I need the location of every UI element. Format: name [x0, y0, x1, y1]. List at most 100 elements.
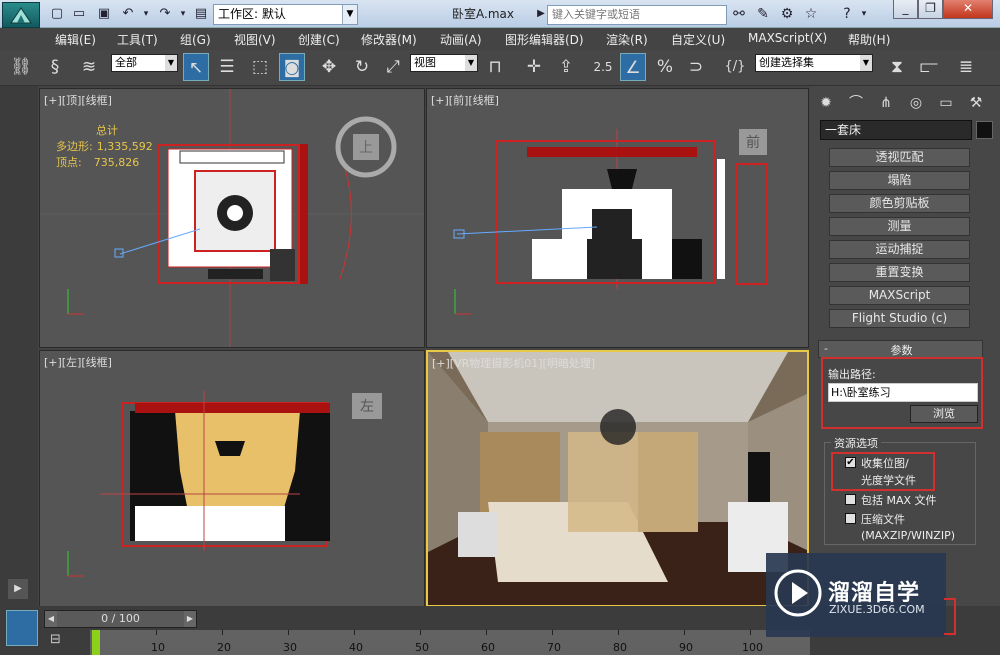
binoculars-icon[interactable]: ⚯ [730, 5, 748, 23]
communication-center-icon[interactable]: ⚙ [778, 5, 796, 23]
time-slider[interactable]: ◀ 0 / 100 ▶ [44, 610, 197, 628]
layer-manager-icon[interactable]: ≣ [953, 53, 979, 81]
window-close-button[interactable]: ✕ [943, 0, 993, 19]
output-path-input[interactable]: H:\卧室练习 [828, 383, 978, 402]
percent-snap-icon[interactable]: % [652, 53, 678, 81]
viewport-layout-icon[interactable] [6, 610, 38, 646]
modify-tab-icon[interactable]: ⌒ [843, 91, 869, 115]
menu-rendering[interactable]: 渲染(R) [606, 31, 648, 48]
window-min-button[interactable]: _ [893, 0, 918, 19]
named-selection-dropdown[interactable]: 创建选择集 ▼ [755, 54, 873, 72]
move-icon[interactable]: ✥ [316, 53, 342, 81]
help-icon[interactable]: ? [838, 5, 856, 23]
chevron-left-icon[interactable]: ◀ [45, 611, 57, 627]
redo-icon[interactable]: ↷ [157, 6, 173, 22]
menu-maxscript[interactable]: MAXScript(X) [748, 31, 827, 45]
link-icon[interactable]: ⛓ [8, 53, 34, 81]
menu-help[interactable]: 帮助(H) [848, 31, 890, 48]
menu-animation[interactable]: 动画(A) [440, 31, 482, 48]
viewport-front[interactable]: 前 [+][前][线框] [426, 88, 809, 348]
compress-label: 压缩文件 [861, 513, 905, 526]
save-file-icon[interactable]: ▣ [96, 6, 112, 22]
utilities-tab-icon[interactable]: ⚒ [963, 91, 989, 115]
object-color-swatch[interactable] [976, 121, 993, 139]
menu-customize[interactable]: 自定义(U) [671, 31, 725, 48]
viewport-left-label[interactable]: [+][左][线框] [44, 354, 112, 370]
browse-button[interactable]: 浏览 [910, 405, 978, 423]
viewport-perspective[interactable]: [+][VR物理摄影机01][明暗处理] [426, 350, 809, 607]
help-dropdown-icon[interactable]: ▾ [855, 5, 873, 23]
collapse-button[interactable]: 塌陷 [829, 171, 970, 190]
timeline-playhead[interactable] [92, 630, 100, 655]
undo-icon[interactable]: ↶ [120, 6, 136, 22]
edit-named-selection-icon[interactable]: {/} [722, 53, 748, 81]
rect-selection-icon[interactable]: ⬚ [247, 53, 273, 81]
select-by-name-icon[interactable]: ☰ [214, 53, 240, 81]
color-clipboard-button[interactable]: 颜色剪贴板 [829, 194, 970, 213]
ref-coord-dropdown[interactable]: 视图 ▼ [410, 54, 478, 72]
window-restore-button[interactable]: ❐ [918, 0, 943, 19]
parameters-rollout-header[interactable]: - 参数 [818, 340, 983, 358]
viewport-top-label[interactable]: [+][顶][线框] [44, 92, 112, 108]
bind-space-warp-icon[interactable]: ≋ [76, 53, 102, 81]
motion-tab-icon[interactable]: ◎ [903, 91, 929, 115]
menu-group[interactable]: 组(G) [180, 31, 211, 48]
measure-button[interactable]: 测量 [829, 217, 970, 236]
maxscript-button[interactable]: MAXScript [829, 286, 970, 305]
scale-icon[interactable]: ⤢ [380, 53, 406, 81]
align-icon[interactable]: ⫍ [916, 53, 942, 81]
selection-filter-dropdown[interactable]: 全部 ▼ [111, 54, 178, 72]
include-max-checkbox[interactable] [845, 494, 856, 505]
expand-panel-icon[interactable]: ▶ [8, 579, 28, 599]
object-name-field[interactable]: 一套床 [820, 120, 972, 140]
viewport-perspective-label[interactable]: [+][VR物理摄影机01][明暗处理] [432, 355, 595, 371]
time-slider-value: 0 / 100 [101, 612, 140, 625]
menu-bar: 编辑(E) 工具(T) 组(G) 视图(V) 创建(C) 修改器(M) 动画(A… [40, 28, 1000, 50]
pivot-center-icon[interactable]: ⊓ [482, 53, 508, 81]
compress-checkbox[interactable] [845, 513, 856, 524]
keyboard-shortcut-override-icon[interactable]: ⇪ [553, 53, 579, 81]
menu-create[interactable]: 创建(C) [298, 31, 340, 48]
menu-edit[interactable]: 编辑(E) [55, 31, 96, 48]
app-menu-button[interactable] [2, 2, 40, 28]
project-folder-icon[interactable]: ▤ [193, 6, 209, 22]
motion-capture-button[interactable]: 运动捕捉 [829, 240, 970, 259]
undo-dropdown-icon[interactable]: ▾ [138, 6, 154, 22]
wrench-icon[interactable]: ✎ [754, 5, 772, 23]
favorites-star-icon[interactable]: ☆ [802, 5, 820, 23]
viewport-front-label[interactable]: [+][前][线框] [431, 92, 499, 108]
open-file-icon[interactable]: ▭ [71, 6, 87, 22]
select-manipulate-icon[interactable]: ✛ [521, 53, 547, 81]
search-input[interactable]: 键入关键字或短语 [547, 5, 727, 25]
flight-studio-button[interactable]: Flight Studio (c) [829, 309, 970, 328]
chevron-right-icon[interactable]: ▶ [184, 611, 196, 627]
hierarchy-tab-icon[interactable]: ⋔ [873, 91, 899, 115]
viewport-left[interactable]: 左 [+][左][线框] [39, 350, 425, 607]
spinner-snap-icon[interactable]: ⊃ [683, 53, 709, 81]
unlink-icon[interactable]: § [42, 53, 68, 81]
workspace-dropdown[interactable]: 工作区: 默认 ▼ [213, 4, 358, 25]
display-tab-icon[interactable]: ▭ [933, 91, 959, 115]
reset-xform-button[interactable]: 重置变换 [829, 263, 970, 282]
selection-filter-value: 全部 [115, 56, 137, 69]
timeline-track[interactable]: 10 20 30 40 50 60 70 80 90 100 [90, 630, 810, 655]
new-file-icon[interactable]: ▢ [49, 6, 65, 22]
menu-views[interactable]: 视图(V) [234, 31, 276, 48]
named-selection-value: 创建选择集 [759, 56, 814, 69]
menu-tools[interactable]: 工具(T) [117, 31, 158, 48]
redo-dropdown-icon[interactable]: ▾ [175, 6, 191, 22]
angle-snap-icon[interactable]: ∠ [620, 53, 646, 81]
menu-graph-editors[interactable]: 图形编辑器(D) [505, 31, 584, 48]
window-crossing-icon[interactable]: ◙ [279, 53, 305, 81]
select-object-icon[interactable]: ↖ [183, 53, 209, 81]
create-tab-icon[interactable]: ✹ [813, 91, 839, 115]
snap-toggle-icon[interactable]: 2.5 [590, 53, 616, 81]
menu-modifiers[interactable]: 修改器(M) [361, 31, 417, 48]
watermark: 溜溜自学 ZIXUE.3D66.COM [766, 553, 946, 637]
perspective-match-button[interactable]: 透视匹配 [829, 148, 970, 167]
mini-curve-editor-icon[interactable]: ⊟ [50, 632, 74, 650]
chevron-down-icon: ▼ [465, 55, 477, 71]
app-logo-icon [10, 7, 32, 24]
rotate-icon[interactable]: ↻ [349, 53, 375, 81]
mirror-icon[interactable]: ⧗ [884, 53, 910, 81]
